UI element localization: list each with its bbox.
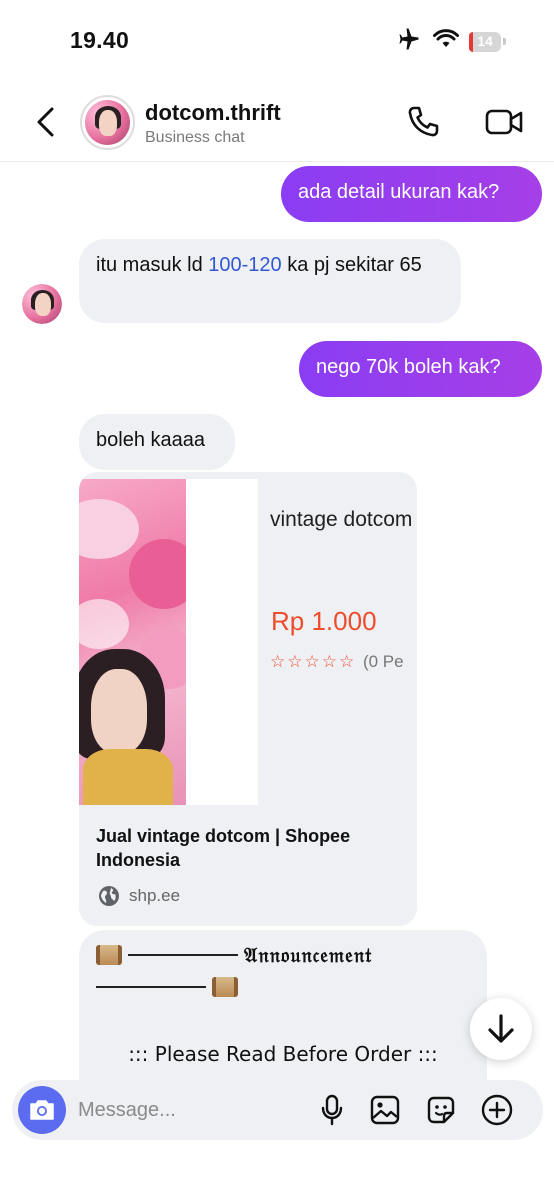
camera-icon [30, 1100, 54, 1120]
chevron-left-icon [37, 107, 54, 137]
link-title[interactable]: Jual vintage dotcom | Shopee Indonesia [96, 824, 396, 872]
contact-name[interactable]: dotcom.thrift [145, 100, 281, 126]
phone-icon [408, 106, 439, 137]
avatar-image [85, 100, 130, 145]
camera-button[interactable] [18, 1086, 66, 1134]
link-domain: shp.ee [129, 886, 181, 905]
announcement-heading: 𝔄𝔫𝔫𝔬𝔲𝔫𝔠𝔢𝔪𝔢𝔫𝔱 [244, 943, 373, 967]
divider [128, 954, 238, 956]
battery-icon: 14 [469, 31, 501, 52]
announcement-heading-line: 𝔄𝔫𝔫𝔬𝔲𝔫𝔠𝔢𝔪𝔢𝔫𝔱 [96, 943, 373, 968]
message-text: ada detail ukuran kak? [298, 181, 500, 203]
product-price: Rp 1.000 [271, 606, 377, 636]
message-outgoing[interactable]: ada detail ukuran kak? [281, 166, 542, 222]
message-incoming[interactable]: boleh kaaaa [79, 414, 235, 470]
voice-message-button[interactable] [314, 1092, 350, 1128]
rating-count: (0 Pe [362, 652, 404, 671]
airplane-icon [397, 28, 423, 55]
battery-nub [503, 38, 506, 45]
message-link[interactable]: 100-120 [208, 254, 281, 276]
gallery-button[interactable] [367, 1092, 403, 1128]
voice-call-button[interactable] [405, 104, 445, 140]
status-time: 19.40 [70, 27, 130, 53]
product-title: vintage dotcom [270, 508, 413, 531]
battery-percent: 14 [477, 32, 493, 49]
contact-avatar[interactable] [80, 95, 135, 150]
product-rating: ☆☆☆☆☆ (0 Pe [270, 652, 404, 672]
video-call-button[interactable] [484, 104, 524, 140]
scroll-icon [96, 945, 122, 965]
scroll-icon [212, 977, 238, 997]
message-text: ka pj sekitar 65 [281, 254, 422, 276]
wifi-icon [433, 29, 459, 54]
image-icon [370, 1095, 400, 1125]
arrow-down-icon [488, 1014, 514, 1043]
product-image-padding [186, 479, 258, 805]
divider [96, 986, 206, 988]
star-rating-icons: ☆☆☆☆☆ [270, 652, 357, 671]
message-incoming[interactable]: itu masuk ld 100-120 ka pj sekitar 65 [79, 239, 461, 323]
avatar-image [22, 284, 62, 324]
sender-avatar[interactable] [22, 284, 62, 324]
status-bar: 19.40 14 [0, 0, 554, 82]
message-incoming-announcement[interactable]: 𝔄𝔫𝔫𝔬𝔲𝔫𝔠𝔢𝔪𝔢𝔫𝔱 ::: Please Read Before Orde… [79, 930, 487, 1082]
message-list[interactable]: ada detail ukuran kak? itu masuk ld 100-… [0, 162, 554, 1082]
sticker-button[interactable] [423, 1092, 459, 1128]
message-outgoing[interactable]: nego 70k boleh kak? [299, 341, 542, 397]
message-text: itu masuk ld [96, 254, 209, 276]
globe-icon [99, 886, 119, 906]
chat-screen: 19.40 14 dotcom.thrift Business chat ada… [0, 0, 554, 1200]
message-text: boleh kaaaa [96, 429, 205, 451]
scroll-to-bottom-button[interactable] [470, 998, 532, 1060]
sticker-icon [427, 1096, 455, 1124]
announcement-heading-line [96, 977, 238, 1000]
message-composer [12, 1080, 543, 1140]
product-image [79, 479, 186, 805]
contact-subtitle: Business chat [145, 129, 245, 146]
video-camera-icon [485, 109, 523, 135]
back-button[interactable] [30, 104, 62, 140]
message-text: nego 70k boleh kak? [316, 356, 501, 378]
message-input[interactable] [78, 1096, 298, 1124]
more-button[interactable] [479, 1092, 515, 1128]
announcement-text: ::: Please Read Before Order ::: [128, 1042, 438, 1066]
microphone-icon [321, 1094, 343, 1126]
chat-header: dotcom.thrift Business chat [0, 82, 554, 162]
status-icons: 14 [397, 28, 506, 55]
link-preview-card[interactable]: vintage dotcom Rp 1.000 ☆☆☆☆☆ (0 Pe Jual… [79, 472, 417, 926]
plus-icon [481, 1094, 513, 1126]
